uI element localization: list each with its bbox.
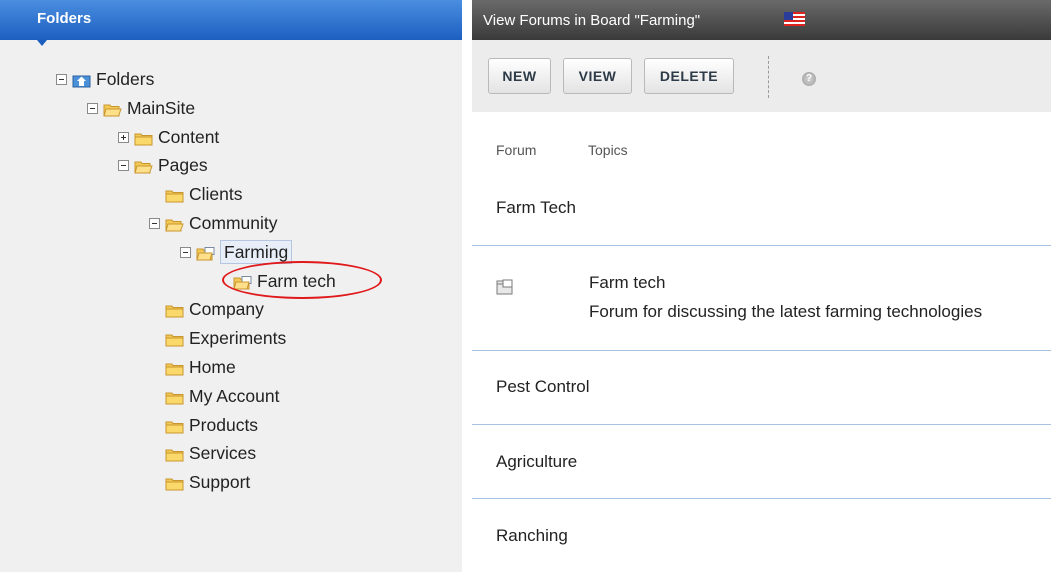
open-folder-icon — [134, 158, 153, 174]
category-row[interactable]: Farm Tech — [496, 198, 576, 218]
forum-folder-icon — [496, 279, 513, 295]
new-button[interactable]: NEW — [488, 58, 551, 94]
tree-node-label[interactable]: Products — [189, 414, 258, 436]
category-row[interactable]: Agriculture — [496, 452, 577, 472]
tree-node-label[interactable]: Farming — [220, 240, 293, 264]
tree-node-label[interactable]: Experiments — [189, 327, 286, 349]
expand-icon[interactable] — [118, 132, 129, 143]
tree-node-label[interactable]: Home — [189, 356, 236, 378]
collapse-icon[interactable] — [180, 247, 191, 258]
collapse-icon[interactable] — [87, 103, 98, 114]
forum-board-folder-icon — [196, 245, 215, 261]
content-panel-header: View Forums in Board "Farming" — [472, 0, 1051, 40]
content-panel: View Forums in Board "Farming" NEW VIEW … — [472, 0, 1051, 572]
folder-icon — [165, 360, 184, 376]
tree-node-label[interactable]: Services — [189, 442, 256, 464]
help-icon[interactable]: ? — [802, 72, 816, 86]
folder-icon — [165, 302, 184, 318]
row-divider — [472, 350, 1051, 351]
content-panel-title: View Forums in Board "Farming" — [483, 12, 701, 29]
tree-node-label[interactable]: Community — [189, 212, 278, 234]
tree-node-label[interactable]: Folders — [96, 68, 154, 90]
row-divider — [472, 424, 1051, 425]
tree-node-label[interactable]: My Account — [189, 385, 279, 407]
folder-icon — [165, 446, 184, 462]
column-header-forum[interactable]: Forum — [496, 142, 536, 158]
folder-icon — [134, 130, 153, 146]
folders-panel: Folders Folders MainSite Content Pages Clien… — [0, 0, 462, 572]
home-folder-icon — [72, 72, 91, 88]
collapse-icon[interactable] — [118, 160, 129, 171]
row-divider — [472, 498, 1051, 499]
folders-panel-title: Folders — [37, 10, 92, 27]
folder-icon — [165, 331, 184, 347]
open-folder-icon — [103, 101, 122, 117]
tree-node-label[interactable]: Company — [189, 298, 264, 320]
delete-button[interactable]: DELETE — [644, 58, 734, 94]
column-headers: Forum Topics — [472, 112, 1051, 176]
folder-icon — [165, 187, 184, 203]
tree-node-label[interactable]: Support — [189, 471, 250, 493]
collapse-icon[interactable] — [56, 74, 67, 85]
tree-node-label[interactable]: Pages — [158, 154, 208, 176]
open-folder-icon — [165, 216, 184, 232]
view-button[interactable]: VIEW — [563, 58, 632, 94]
tree-node-label[interactable]: MainSite — [127, 97, 195, 119]
folders-panel-header: Folders — [0, 0, 462, 46]
tree-node-label[interactable]: Content — [158, 126, 219, 148]
row-divider — [472, 245, 1051, 246]
tree-node-label[interactable]: Clients — [189, 183, 243, 205]
folder-icon — [165, 475, 184, 491]
category-row[interactable]: Ranching — [496, 526, 568, 546]
folder-icon — [165, 389, 184, 405]
column-header-topics[interactable]: Topics — [588, 142, 628, 158]
forum-name-link[interactable]: Farm tech — [589, 273, 666, 293]
category-row[interactable]: Pest Control — [496, 377, 590, 397]
forum-description: Forum for discussing the latest farming … — [589, 302, 983, 321]
toolbar-separator — [768, 56, 769, 98]
collapse-icon[interactable] — [149, 218, 160, 229]
folder-icon — [165, 418, 184, 434]
header-pointer — [37, 40, 47, 46]
us-flag-icon — [784, 12, 805, 26]
annotation-circle — [222, 261, 382, 299]
toolbar: NEW VIEW DELETE ? — [472, 40, 1051, 112]
